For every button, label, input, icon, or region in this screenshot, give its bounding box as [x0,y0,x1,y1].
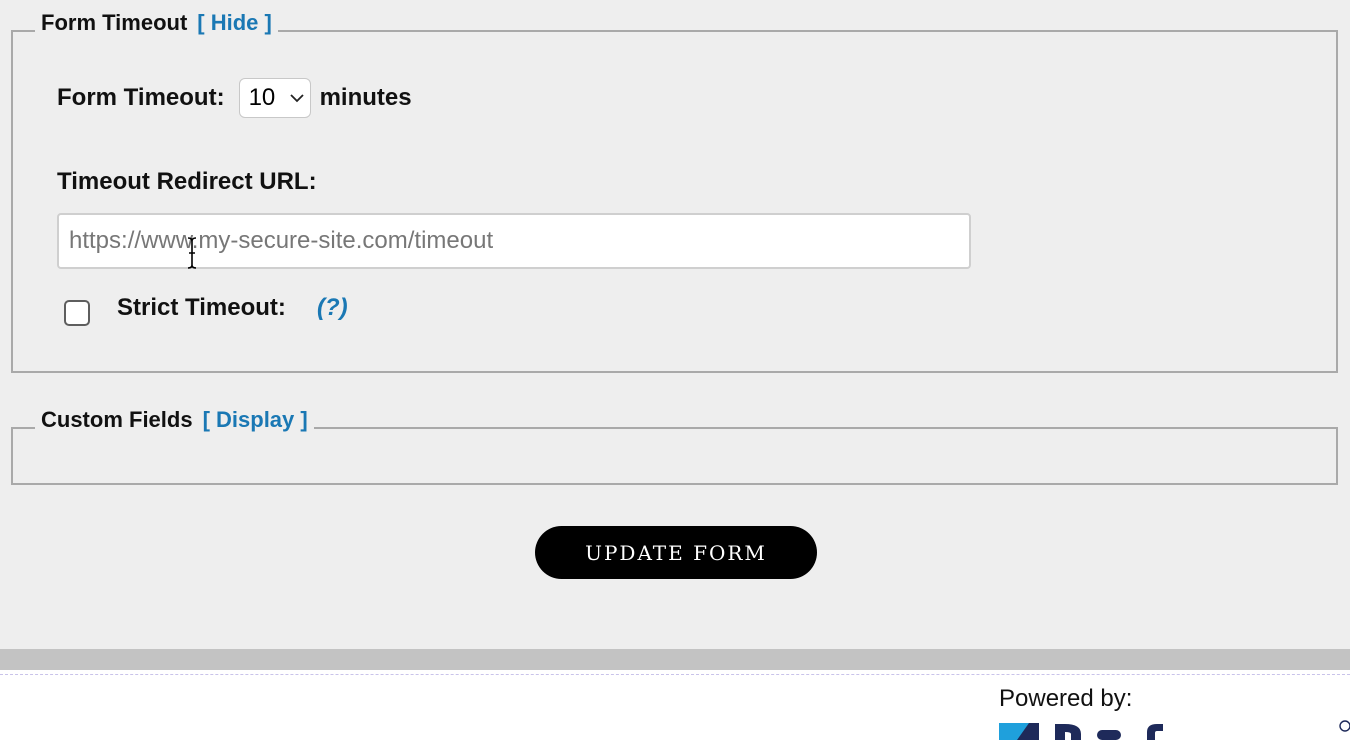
form-timeout-legend-title: Form Timeout [41,10,188,35]
display-toggle-link[interactable]: [ Display ] [203,407,308,432]
footer: Powered by: [0,670,1350,740]
footer-dotted-rule [0,674,1350,675]
form-timeout-legend: Form Timeout [ Hide ] [35,10,278,36]
strict-timeout-checkbox[interactable] [64,300,90,326]
powered-by-label: Powered by: [999,685,1133,712]
form-timeout-label: Form Timeout: [57,84,225,111]
text-cursor-icon [187,237,197,269]
timeout-redirect-url-label: Timeout Redirect URL: [57,168,317,195]
chevron-down-icon [289,94,304,103]
custom-fields-fieldset: Custom Fields [ Display ] [11,407,1338,485]
timeout-selected-value: 10 [248,84,276,111]
strict-timeout-help-link[interactable]: (?) [317,294,348,322]
minutes-unit-label: minutes [319,84,412,111]
form-timeout-fieldset: Form Timeout [ Hide ] Form Timeout: 10 mi… [11,10,1338,373]
footer-divider-band [0,649,1350,670]
update-form-button[interactable]: UPDATE FORM [535,526,817,579]
custom-fields-legend: Custom Fields [ Display ] [35,407,314,433]
custom-fields-legend-title: Custom Fields [41,407,193,432]
form-timeout-row: Form Timeout: 10 minutes [57,78,412,118]
vendor-logo [999,720,1350,740]
hide-toggle-link[interactable]: [ Hide ] [197,10,272,35]
strict-timeout-label: Strict Timeout: [117,294,286,321]
timeout-minutes-select[interactable]: 10 [238,78,311,118]
